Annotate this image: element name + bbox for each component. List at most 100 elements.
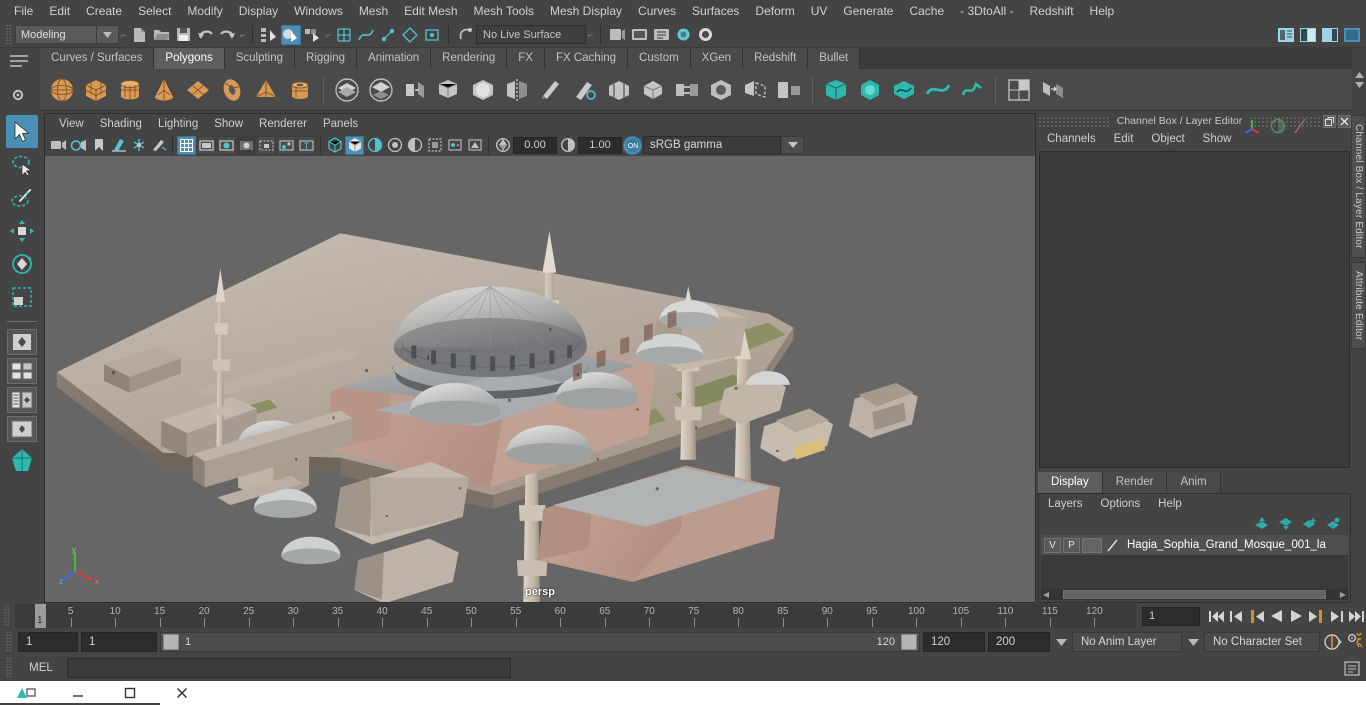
scrollbar-thumb[interactable] — [1063, 590, 1326, 599]
motion-blur-icon[interactable] — [445, 136, 464, 155]
axis-icon[interactable] — [1245, 117, 1263, 135]
menu-edit-mesh[interactable]: Edit Mesh — [396, 2, 465, 20]
shelf-editor-icon[interactable] — [9, 54, 29, 68]
shelf-bevel-icon[interactable] — [637, 74, 669, 106]
shelf-smooth-icon[interactable] — [467, 74, 499, 106]
rotate-tool[interactable] — [6, 247, 38, 280]
scale-tool[interactable] — [6, 280, 38, 313]
resolution-gate-icon[interactable] — [217, 135, 236, 155]
go-to-end-icon[interactable] — [1346, 606, 1366, 627]
anim-layer-arrow-icon[interactable] — [1185, 638, 1201, 646]
open-scene-icon[interactable] — [151, 25, 171, 45]
select-by-object-icon[interactable] — [281, 24, 301, 45]
layer-color-swatch[interactable] — [1082, 537, 1102, 553]
layer-name[interactable]: Hagia_Sophia_Grand_Mosque_001_la — [1123, 539, 1326, 551]
shelf-tab-fx-caching[interactable]: FX Caching — [544, 48, 629, 69]
shelf-separate-icon[interactable] — [365, 74, 397, 106]
shelf-tab-fx[interactable]: FX — [507, 48, 545, 69]
current-frame-field[interactable]: 1 — [1142, 606, 1200, 626]
layer-list[interactable]: V P Hagia_Sophia_Grand_Mosque_001_la — [1041, 535, 1348, 589]
playback-options-arrow-icon[interactable] — [1053, 638, 1069, 646]
texture-toggle-icon[interactable]: T — [297, 135, 316, 155]
shelf-poly-sphere-icon[interactable] — [46, 74, 78, 106]
shelf-tab-curves-surfaces[interactable]: Curves / Surfaces — [40, 48, 155, 69]
shelf-uv-editor-icon[interactable] — [1003, 74, 1035, 106]
render-current-frame-icon[interactable] — [607, 25, 627, 45]
shelf-combine-icon[interactable] — [331, 74, 363, 106]
shelf-poly-pyramid-icon[interactable] — [250, 74, 282, 106]
menu-curves[interactable]: Curves — [630, 2, 684, 20]
menu-3dtoall[interactable]: - 3DtoAll - — [952, 2, 1021, 20]
use-all-lights-icon[interactable] — [385, 136, 404, 155]
shelf-poly-plane-icon[interactable] — [182, 74, 214, 106]
select-by-component-icon[interactable] — [303, 25, 323, 45]
shelf-tab-polygons[interactable]: Polygons — [154, 48, 225, 69]
outliner-persp-layout[interactable] — [7, 387, 37, 413]
snap-projection-icon[interactable] — [400, 25, 420, 45]
animation-end-time-field[interactable]: 200 — [988, 632, 1050, 652]
menu-file[interactable]: File — [6, 2, 41, 20]
shelf-poly-pipe-icon[interactable] — [284, 74, 316, 106]
shelf-reduce-icon[interactable] — [773, 74, 805, 106]
shelf-scroll-up-icon[interactable] — [1354, 71, 1364, 78]
status-line-grip[interactable] — [5, 24, 12, 45]
make-live-icon[interactable] — [455, 25, 475, 45]
shelf-grab-tool-icon[interactable] — [956, 74, 988, 106]
snap-point-icon[interactable] — [378, 25, 398, 45]
maya-app-icon[interactable] — [0, 681, 52, 705]
shelf-booleans-icon[interactable] — [433, 74, 465, 106]
redo-icon[interactable] — [217, 25, 237, 45]
color-management-dropdown-arrow[interactable] — [782, 136, 804, 154]
layer-row[interactable]: V P Hagia_Sophia_Grand_Mosque_001_la — [1041, 535, 1348, 555]
layer-list-horizontal-scrollbar[interactable]: ◀ ▶ — [1041, 589, 1348, 600]
range-slider-bar[interactable]: 1 120 — [160, 632, 920, 652]
grid-toggle-icon[interactable] — [177, 135, 196, 155]
command-line-grip[interactable] — [5, 658, 12, 678]
gate-mask-icon[interactable] — [237, 135, 256, 155]
shelf-tab-animation[interactable]: Animation — [357, 48, 432, 69]
show-menu[interactable]: Show — [1194, 131, 1241, 147]
shelf-tab-bullet[interactable]: Bullet — [808, 48, 861, 69]
smooth-shade-icon[interactable] — [345, 135, 364, 155]
color-management-toggle-icon[interactable]: ON — [623, 135, 642, 155]
maximize-icon[interactable] — [104, 681, 156, 705]
object-menu[interactable]: Object — [1142, 131, 1193, 147]
shelf-connect-icon[interactable] — [603, 74, 635, 106]
shelf-poly-cylinder-icon[interactable] — [114, 74, 146, 106]
move-layer-down-icon[interactable] — [1278, 517, 1293, 530]
time-slider-track[interactable]: 1 5 10 15 20 25 30 35 40 45 50 55 60 65 70 75 80 85 90 95 1… — [15, 604, 1136, 628]
channel-box-content[interactable] — [1039, 151, 1350, 468]
hypershade-icon[interactable] — [673, 25, 693, 45]
shelf-mirror-icon[interactable] — [501, 74, 533, 106]
snap-grid-icon[interactable] — [334, 25, 354, 45]
shelf-tab-redshift[interactable]: Redshift — [743, 48, 809, 69]
playback-start-time-field[interactable]: 1 — [81, 632, 157, 652]
sidebar-attribute-editor-icon[interactable] — [1276, 25, 1296, 45]
menu-mesh[interactable]: Mesh — [351, 2, 396, 20]
bookmark-icon[interactable] — [89, 136, 108, 155]
render-settings-icon[interactable] — [651, 25, 671, 45]
snap-view-plane-icon[interactable] — [422, 25, 442, 45]
paint-select-tool[interactable] — [6, 181, 38, 214]
shelf-tab-rendering[interactable]: Rendering — [431, 48, 508, 69]
menu-create[interactable]: Create — [78, 2, 130, 20]
step-forward-key-icon[interactable] — [1306, 606, 1326, 627]
command-language-label[interactable]: MEL — [15, 662, 67, 674]
step-forward-frame-icon[interactable] — [1326, 606, 1346, 627]
gamma-icon[interactable] — [558, 136, 577, 155]
undock-icon[interactable] — [1323, 114, 1336, 128]
shelf-options-gear-icon[interactable] — [9, 86, 27, 104]
viewport-menu-view[interactable]: View — [51, 116, 92, 132]
play-backwards-icon[interactable] — [1266, 606, 1286, 627]
panel-drag-dots-left[interactable] — [1038, 115, 1110, 127]
menu-mesh-tools[interactable]: Mesh Tools — [466, 2, 542, 20]
shelf-sculpt-tool-icon[interactable] — [854, 74, 886, 106]
scroll-left-arrow-icon[interactable]: ◀ — [1041, 590, 1051, 599]
viewport-canvas[interactable]: persp y x z — [45, 156, 1035, 602]
side-tab-channel-box[interactable]: Channel Box / Layer Editor — [1351, 115, 1366, 258]
undo-icon[interactable] — [195, 25, 215, 45]
step-back-frame-icon[interactable] — [1226, 606, 1246, 627]
tab-anim[interactable]: Anim — [1167, 472, 1221, 493]
shelf-tab-sculpting[interactable]: Sculpting — [224, 48, 296, 69]
viewport-menu-lighting[interactable]: Lighting — [150, 116, 206, 132]
